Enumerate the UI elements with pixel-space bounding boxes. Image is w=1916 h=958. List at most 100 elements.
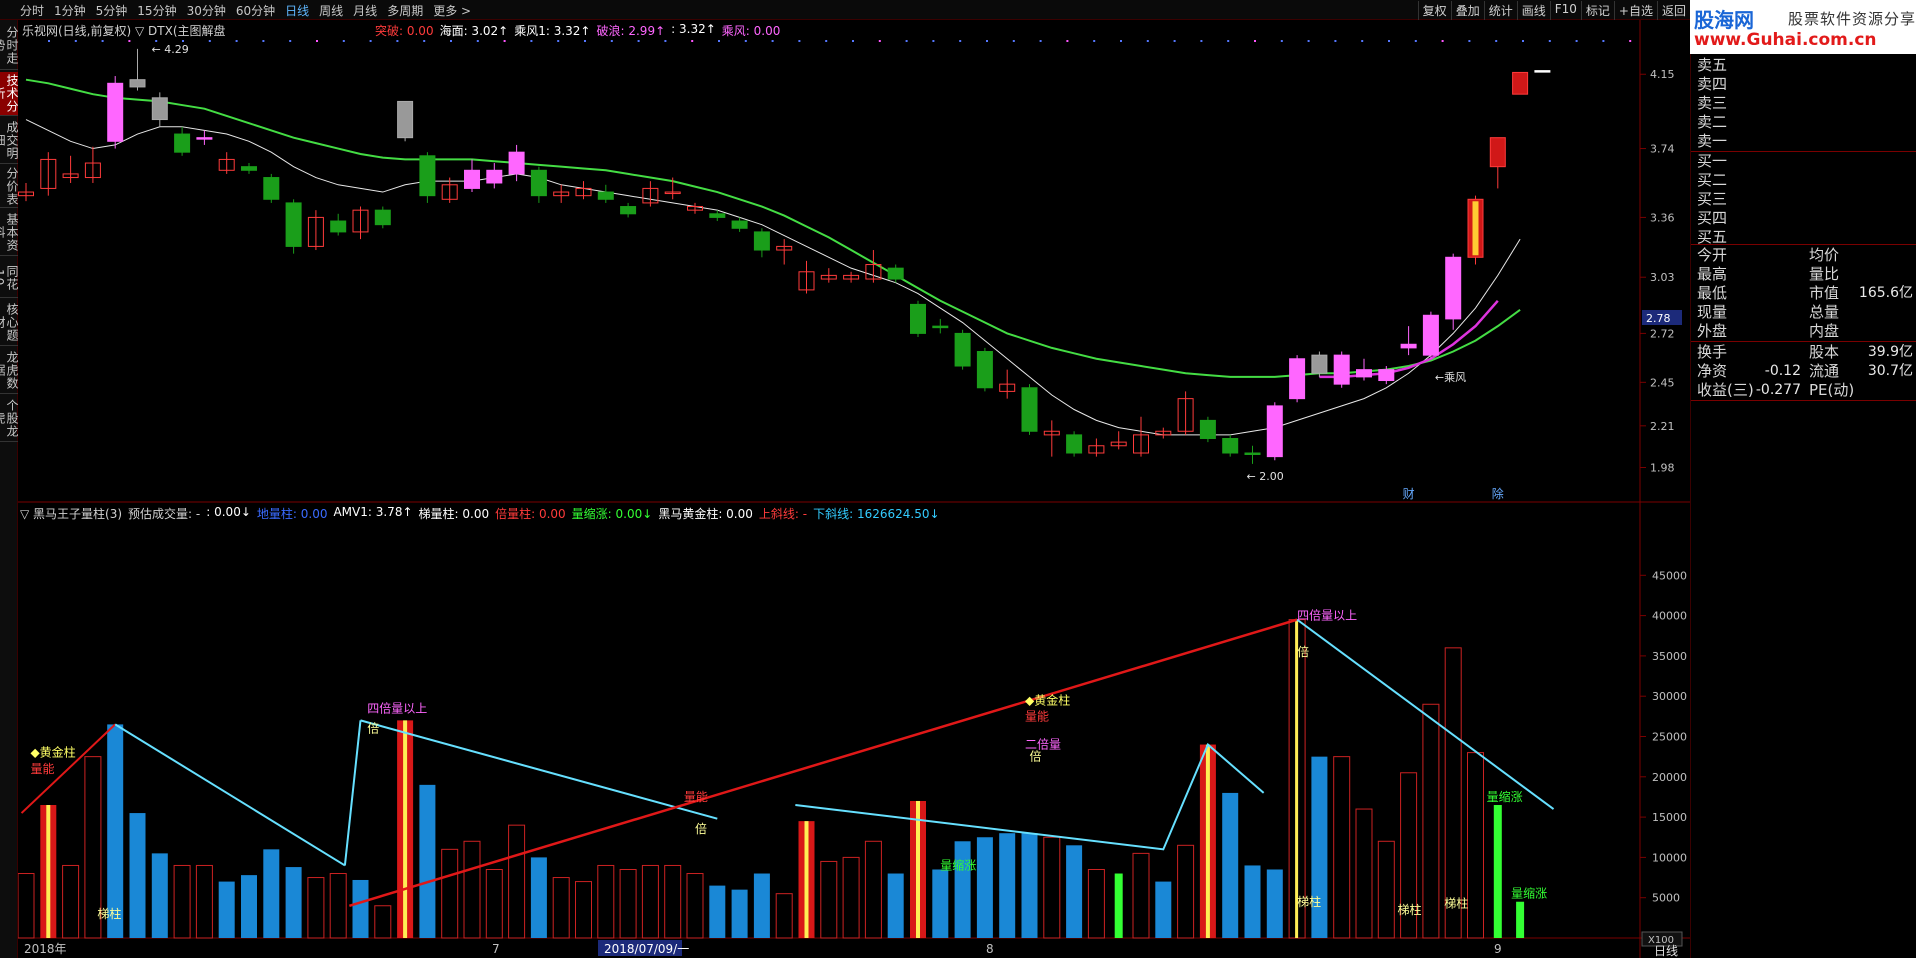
candle-body	[285, 202, 302, 247]
tool-button-3[interactable]: 画线	[1516, 1, 1550, 20]
signal-dot	[1522, 40, 1524, 42]
signal-dot	[1200, 40, 1203, 42]
side-tab-5[interactable]: 同花10	[0, 258, 19, 298]
volume-bar	[954, 841, 971, 938]
period-tab-6[interactable]: 日线	[285, 2, 309, 19]
stat-value: -0.277	[1755, 382, 1801, 398]
volume-bar	[18, 873, 35, 939]
volume-bar	[329, 873, 347, 939]
signal-dot	[1039, 40, 1042, 42]
candle-body	[1222, 438, 1239, 454]
tool-button-1[interactable]: 叠加	[1450, 1, 1484, 20]
volume-tick-label: 30000	[1652, 690, 1687, 703]
candle-body	[932, 325, 949, 329]
volume-bar	[619, 868, 637, 939]
candle-body	[1512, 71, 1529, 95]
side-tab-7[interactable]: 龙虎数据	[0, 348, 19, 394]
volume-bar	[842, 856, 860, 939]
bid-row-1: 买一	[1697, 152, 1728, 170]
volume-bar	[641, 864, 659, 939]
trend-line	[343, 720, 362, 866]
period-tab-0[interactable]: 分时	[20, 2, 44, 19]
period-tab-1[interactable]: 1分钟	[54, 2, 86, 19]
period-tab-3[interactable]: 15分钟	[137, 2, 176, 19]
tool-button-0[interactable]: 复权	[1417, 1, 1451, 20]
period-tab-7[interactable]: 周线	[319, 2, 343, 19]
ma-green-line	[25, 78, 1521, 378]
divider	[1691, 244, 1916, 245]
volume-bar	[463, 840, 481, 939]
signal-dot	[1575, 40, 1578, 42]
period-tab-5[interactable]: 60分钟	[236, 2, 275, 19]
candle-body	[330, 220, 347, 233]
volume-bar	[1493, 805, 1502, 938]
signal-dot	[530, 40, 533, 42]
signal-dot	[423, 40, 426, 42]
period-tab-2[interactable]: 5分钟	[96, 2, 128, 19]
chart-canvas[interactable]: 4.15 3.74 3.36 3.03 2.72 2.45 2.21 1.98 2.78 ← 4.…	[18, 20, 1690, 958]
volume-bar	[664, 864, 682, 939]
signal-dot	[1548, 40, 1551, 42]
date-axis-label: 7	[492, 942, 500, 956]
side-tab-8[interactable]: 个股龙虎	[0, 396, 19, 442]
event-marker[interactable]: 财	[1403, 487, 1415, 501]
volume-bar	[374, 905, 392, 939]
signal-dot	[1120, 40, 1122, 42]
signal-dot	[691, 40, 694, 42]
stat-label: 外盘	[1697, 322, 1728, 340]
divider	[1691, 341, 1916, 342]
volume-tick-label: 40000	[1652, 610, 1687, 623]
side-tab-0[interactable]: 分时走势	[0, 22, 19, 70]
signal-dot	[1602, 40, 1605, 42]
volume-tick-label: 20000	[1652, 771, 1687, 784]
side-tab-4[interactable]: 基本资料	[0, 210, 19, 256]
volume-bar	[151, 853, 168, 938]
side-tab-2[interactable]: 成交明细	[0, 118, 19, 164]
signal-dot	[101, 40, 104, 42]
tool-button-7[interactable]: 返回	[1656, 1, 1690, 20]
volume-bar	[485, 868, 503, 939]
side-tab-1[interactable]: 技术分析	[0, 72, 19, 116]
signal-dot	[262, 40, 265, 42]
candle-body	[374, 209, 391, 226]
period-tab-4[interactable]: 30分钟	[187, 2, 226, 19]
date-axis-label: 2018年	[24, 942, 67, 956]
volume-annotation: 四倍量以上	[1297, 608, 1357, 623]
candle-body	[1021, 387, 1038, 432]
volume-annotation: 梯柱	[1297, 894, 1321, 909]
event-marker[interactable]: 除	[1492, 486, 1504, 501]
volume-tick-label: 35000	[1652, 650, 1687, 663]
volume-bar	[775, 893, 793, 939]
stat-label: 最低	[1697, 284, 1728, 302]
chengfeng-label: ←乘风	[1435, 371, 1466, 384]
tool-button-6[interactable]: +自选	[1613, 1, 1657, 20]
tool-button-2[interactable]: 统计	[1483, 1, 1517, 20]
period-tab-8[interactable]: 月线	[353, 2, 377, 19]
candle-body	[1244, 452, 1261, 456]
volume-bar	[218, 881, 235, 938]
volume-tick-label: 10000	[1652, 851, 1687, 864]
volume-bar	[62, 864, 80, 939]
side-tab-3[interactable]: 分价表	[0, 166, 19, 208]
tool-button-4[interactable]: F10	[1549, 1, 1581, 20]
volume-bar	[1311, 756, 1328, 938]
volume-annotation: 量缩涨	[1487, 789, 1523, 804]
signal-dot	[74, 40, 77, 42]
period-tab-9[interactable]: 多周期	[387, 2, 423, 19]
volume-bar	[508, 824, 526, 939]
side-tab-6[interactable]: 核心题材	[0, 300, 19, 346]
top-toolbar: 分时 1分钟 5分钟 15分钟 30分钟 60分钟 日线 周线 月线 多周期 更多 > 复权 叠加 统计…	[0, 0, 1690, 20]
bid-row-3: 买三	[1697, 190, 1728, 208]
period-tab-10[interactable]: 更多 >	[433, 2, 471, 19]
candle-body	[597, 191, 614, 200]
signal-dot	[1066, 40, 1069, 42]
signal-dot	[1334, 40, 1337, 42]
candle-body	[954, 332, 971, 367]
candle-body	[486, 169, 503, 184]
volume-bar	[195, 864, 213, 939]
bid-row-4: 买四	[1697, 209, 1728, 227]
tool-button-5[interactable]: 标记	[1580, 1, 1614, 20]
trend-line	[348, 618, 1298, 907]
volume-bar	[1444, 647, 1462, 939]
volume-bar	[1155, 881, 1172, 938]
